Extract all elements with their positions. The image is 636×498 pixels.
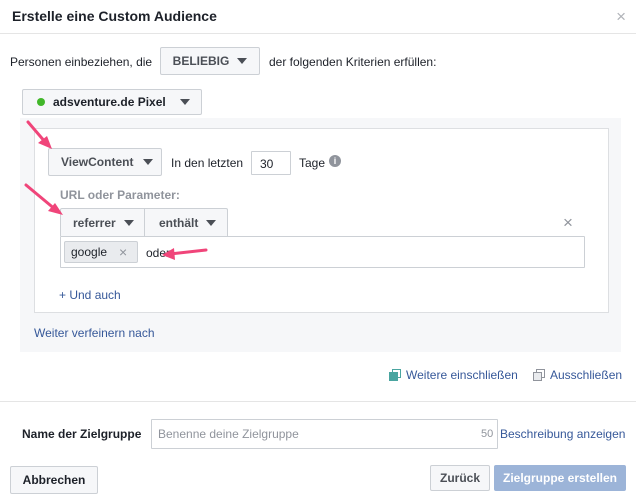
annotation-arrow-2 — [24, 183, 58, 212]
annotation-arrows — [24, 120, 208, 260]
arrow-head-3 — [162, 248, 175, 260]
annotation-arrow-3 — [168, 248, 208, 256]
